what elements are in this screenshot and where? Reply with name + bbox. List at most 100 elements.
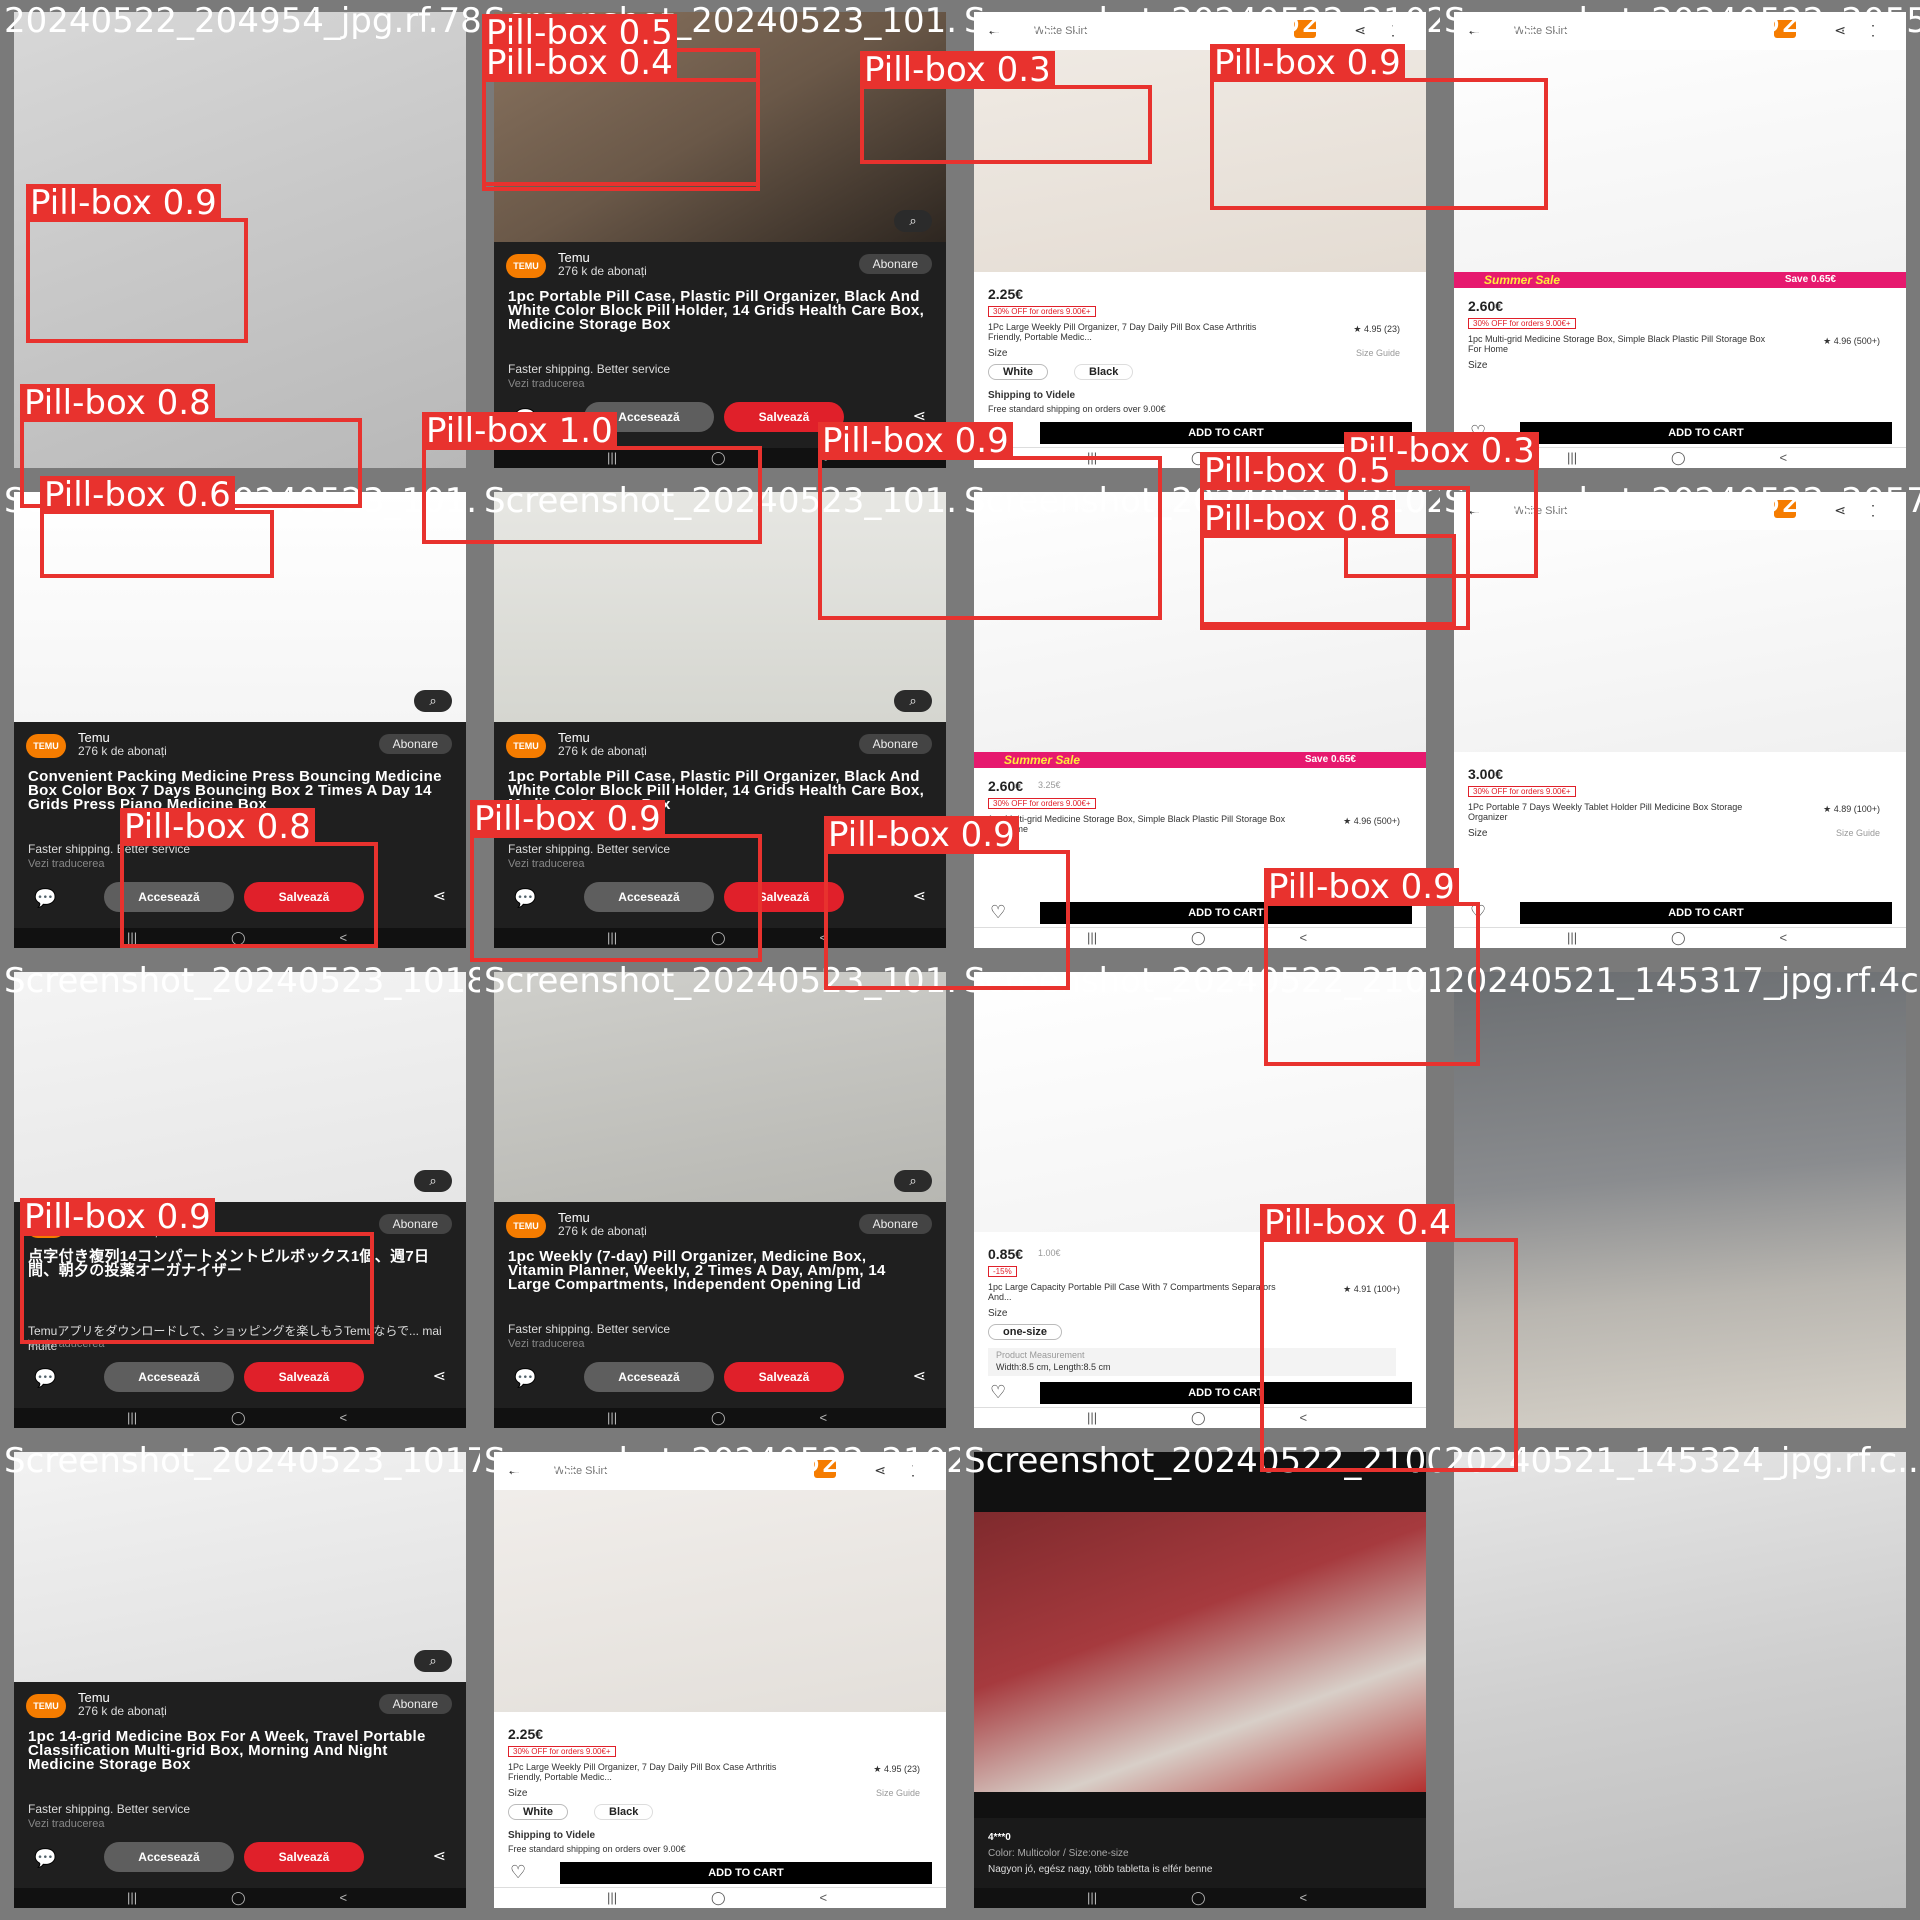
- recent-apps-icon[interactable]: |||: [1087, 450, 1097, 465]
- review-photo[interactable]: [974, 1512, 1426, 1792]
- recent-apps-icon[interactable]: |||: [607, 450, 617, 465]
- wishlist-heart-icon[interactable]: ♡: [1470, 902, 1486, 923]
- save-button[interactable]: Salvează: [244, 882, 364, 912]
- recent-apps-icon[interactable]: |||: [127, 930, 137, 945]
- back-icon[interactable]: <: [1299, 450, 1307, 465]
- product-title[interactable]: 1Pc Portable 7 Days Weekly Tablet Holder…: [1468, 802, 1768, 822]
- translate-link[interactable]: Vezi traducerea: [508, 858, 584, 870]
- home-icon[interactable]: ◯: [711, 450, 726, 466]
- recent-apps-icon[interactable]: |||: [1087, 930, 1097, 945]
- save-button[interactable]: Salvează: [244, 1842, 364, 1872]
- color-option[interactable]: Black: [1074, 364, 1134, 380]
- share-icon[interactable]: ⋖: [433, 1846, 446, 1866]
- follow-button[interactable]: Abonare: [378, 1694, 452, 1714]
- size-guide-link[interactable]: Size Guide: [876, 1788, 920, 1798]
- back-icon[interactable]: <: [1299, 1890, 1307, 1905]
- shipping-destination[interactable]: Shipping to Videle: [508, 1830, 595, 1841]
- product-rating[interactable]: ★ 4.96 (500+): [1343, 816, 1400, 827]
- pin-image[interactable]: ⌕: [14, 492, 466, 722]
- home-icon[interactable]: ◯: [1671, 450, 1686, 466]
- visit-button[interactable]: Accesează: [104, 1362, 234, 1392]
- add-to-cart-button[interactable]: ADD TO CART: [560, 1862, 932, 1884]
- product-rating[interactable]: ★ 4.95 (23): [1353, 324, 1400, 335]
- add-to-cart-button[interactable]: ADD TO CART: [1520, 422, 1892, 444]
- account-name[interactable]: Temu: [558, 1210, 590, 1225]
- back-icon[interactable]: <: [819, 450, 827, 465]
- pin-image[interactable]: ⌕: [494, 12, 946, 242]
- home-icon[interactable]: ◯: [1191, 930, 1206, 946]
- recent-apps-icon[interactable]: |||: [1087, 1410, 1097, 1425]
- back-icon[interactable]: <: [339, 1410, 347, 1425]
- visit-button[interactable]: Accesează: [584, 882, 714, 912]
- product-rating[interactable]: ★ 4.96 (500+): [1823, 336, 1880, 347]
- save-button[interactable]: Salvează: [724, 402, 844, 432]
- back-icon[interactable]: <: [819, 930, 827, 945]
- lens-icon[interactable]: ⌕: [894, 690, 932, 712]
- home-icon[interactable]: ◯: [1191, 1890, 1206, 1906]
- measurement-box[interactable]: Product Measurement Width:8.5 cm, Length:…: [988, 1348, 1396, 1376]
- size-guide-link[interactable]: Size Guide: [1836, 828, 1880, 838]
- follow-button[interactable]: Abonare: [378, 734, 452, 754]
- home-icon[interactable]: ◯: [1671, 930, 1686, 946]
- pin-image[interactable]: ⌕: [14, 972, 466, 1202]
- product-rating[interactable]: ★ 4.95 (23): [873, 1764, 920, 1775]
- home-icon[interactable]: ◯: [231, 1890, 246, 1906]
- recent-apps-icon[interactable]: |||: [1087, 1890, 1097, 1905]
- add-to-cart-button[interactable]: ADD TO CART: [1040, 422, 1412, 444]
- product-title[interactable]: 1pc Multi-grid Medicine Storage Box, Sim…: [1468, 334, 1768, 354]
- wishlist-heart-icon[interactable]: ♡: [990, 1382, 1006, 1403]
- back-icon[interactable]: <: [819, 1890, 827, 1905]
- account-name[interactable]: Temu_Japan: [78, 1210, 152, 1225]
- add-to-cart-button[interactable]: ADD TO CART: [1520, 902, 1892, 924]
- comment-icon[interactable]: 💬: [514, 408, 536, 429]
- comment-icon[interactable]: 💬: [34, 1848, 56, 1869]
- account-name[interactable]: Temu: [78, 1690, 110, 1705]
- product-title[interactable]: 1Pc Large Weekly Pill Organizer, 7 Day D…: [988, 322, 1288, 342]
- comment-icon[interactable]: 💬: [514, 888, 536, 909]
- color-option[interactable]: Black: [594, 1804, 654, 1820]
- wishlist-heart-icon[interactable]: ♡: [990, 422, 1006, 443]
- pin-image[interactable]: ⌕: [14, 1452, 466, 1682]
- back-icon[interactable]: <: [819, 1410, 827, 1425]
- product-rating[interactable]: ★ 4.89 (100+): [1823, 804, 1880, 815]
- follow-button[interactable]: Abonare: [378, 1214, 452, 1234]
- size-guide-link[interactable]: Size Guide: [1356, 348, 1400, 358]
- account-name[interactable]: Temu: [78, 730, 110, 745]
- visit-button[interactable]: Accesează: [584, 402, 714, 432]
- product-image[interactable]: [974, 972, 1426, 1232]
- home-icon[interactable]: ◯: [711, 1410, 726, 1426]
- home-icon[interactable]: ◯: [711, 1890, 726, 1906]
- home-icon[interactable]: ◯: [231, 930, 246, 946]
- recent-apps-icon[interactable]: |||: [127, 1410, 137, 1425]
- recent-apps-icon[interactable]: |||: [1567, 450, 1577, 465]
- product-rating[interactable]: ★ 4.91 (100+): [1343, 1284, 1400, 1295]
- recent-apps-icon[interactable]: |||: [607, 1890, 617, 1905]
- visit-button[interactable]: Accesează: [104, 1842, 234, 1872]
- translate-link[interactable]: Vezi traducerea: [28, 1818, 104, 1830]
- add-to-cart-button[interactable]: ADD TO CART: [1040, 902, 1412, 924]
- lens-icon[interactable]: ⌕: [414, 1650, 452, 1672]
- follow-button[interactable]: Abonare: [858, 1214, 932, 1234]
- home-icon[interactable]: ◯: [1191, 450, 1206, 466]
- translate-link[interactable]: Vezi traducerea: [508, 1338, 584, 1350]
- pin-image[interactable]: ⌕: [494, 972, 946, 1202]
- translate-link[interactable]: Vezi traducerea: [28, 858, 104, 870]
- home-icon[interactable]: ◯: [231, 1410, 246, 1426]
- translate-link[interactable]: Vezi traducerea: [28, 1338, 104, 1350]
- recent-apps-icon[interactable]: |||: [127, 1890, 137, 1905]
- recent-apps-icon[interactable]: |||: [1567, 930, 1577, 945]
- product-image[interactable]: [974, 492, 1426, 752]
- back-icon[interactable]: <: [1779, 930, 1787, 945]
- recent-apps-icon[interactable]: |||: [607, 930, 617, 945]
- translate-link[interactable]: Vezi traducerea: [508, 378, 584, 390]
- share-icon[interactable]: ⋖: [913, 1366, 926, 1386]
- account-name[interactable]: Temu: [558, 250, 590, 265]
- account-name[interactable]: Temu: [558, 730, 590, 745]
- visit-button[interactable]: Accesează: [104, 882, 234, 912]
- wishlist-heart-icon[interactable]: ♡: [990, 902, 1006, 923]
- product-image[interactable]: [1454, 12, 1906, 272]
- home-icon[interactable]: ◯: [1191, 1410, 1206, 1426]
- lens-icon[interactable]: ⌕: [414, 1170, 452, 1192]
- follow-button[interactable]: Abonare: [858, 734, 932, 754]
- product-title[interactable]: 1pc Large Capacity Portable Pill Case Wi…: [988, 1282, 1288, 1302]
